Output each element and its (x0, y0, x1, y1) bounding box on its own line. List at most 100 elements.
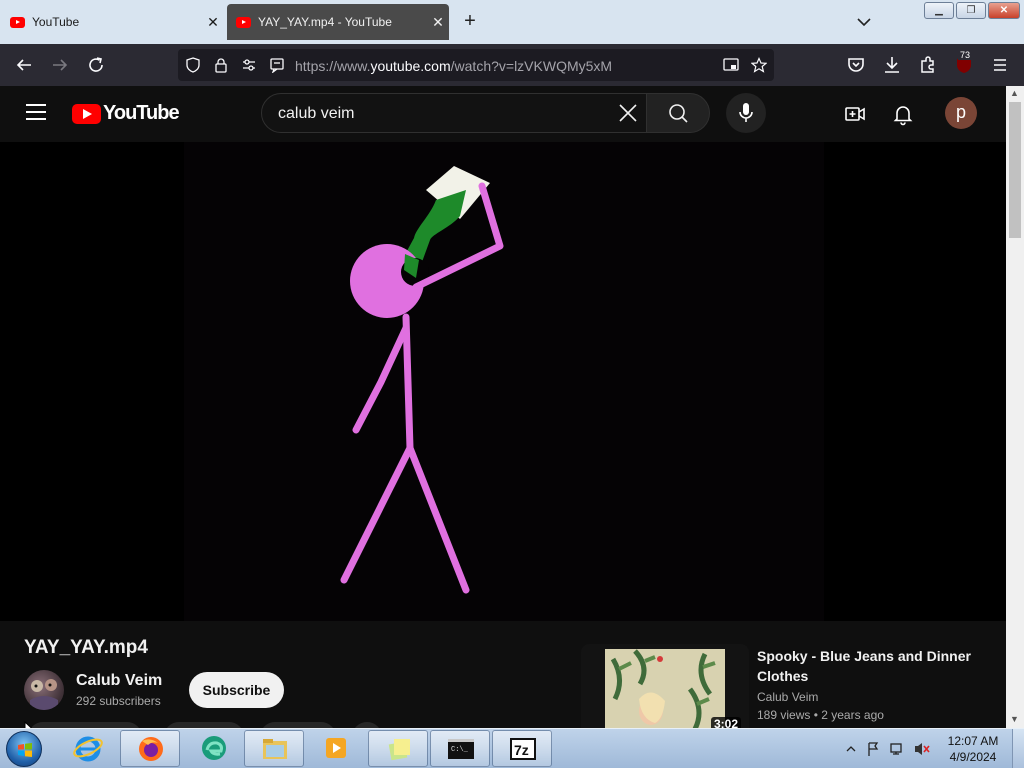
start-button[interactable] (6, 731, 42, 767)
create-button[interactable] (843, 102, 867, 126)
taskbar-file-explorer[interactable] (244, 730, 304, 767)
app-menu-button[interactable] (988, 53, 1012, 77)
picture-in-picture-icon[interactable] (723, 57, 739, 73)
clock-date: 4/9/2024 (949, 750, 997, 764)
reload-button[interactable] (84, 53, 108, 77)
taskbar-edge[interactable] (184, 730, 244, 767)
video-frame[interactable] (184, 142, 824, 621)
url-text[interactable]: https://www.youtube.com/watch?v=lzVKWQMy… (295, 58, 612, 74)
edge-icon (202, 736, 226, 760)
browser-tab-strip: YouTube ✕ YAY_YAY.mp4 - YouTube ✕ + ▁ ❐ … (0, 0, 1024, 44)
recommended-video[interactable]: 3:02 Spooky - Blue Jeans and Dinner Clot… (581, 644, 1001, 728)
reload-icon (89, 57, 103, 72)
tab-close-icon[interactable]: ✕ (427, 14, 449, 31)
tab-close-icon[interactable]: ✕ (202, 14, 224, 31)
forward-button[interactable] (48, 53, 72, 77)
search-icon (669, 104, 688, 123)
firefox-icon (139, 737, 163, 761)
taskbar-media-player[interactable] (306, 730, 366, 767)
download-icon (885, 57, 899, 73)
taskbar-firefox[interactable] (120, 730, 180, 767)
restore-button[interactable]: ❐ (956, 2, 986, 19)
youtube-page: YouTube calub veim p YAY_YAY.mp4 Calub V… (0, 86, 1006, 728)
taskbar-7zip[interactable]: 7z (492, 730, 552, 767)
scroll-down-arrow-icon[interactable]: ▼ (1010, 714, 1019, 724)
bookmark-star-icon[interactable] (751, 57, 767, 73)
scrollbar-thumb[interactable] (1009, 102, 1021, 238)
show-desktop-button[interactable] (1012, 729, 1024, 768)
tray-icons (846, 742, 930, 756)
page-scrollbar[interactable]: ▲ ▼ (1006, 86, 1024, 728)
search-input[interactable]: calub veim (261, 93, 647, 133)
lock-icon[interactable] (213, 57, 229, 73)
voice-search-button[interactable] (726, 93, 766, 133)
new-tab-button[interactable]: + (458, 10, 482, 34)
subscriber-count: 292 subscribers (76, 694, 161, 708)
bell-icon (893, 106, 913, 126)
reader-view-icon[interactable] (269, 57, 285, 73)
channel-avatar-image (30, 679, 58, 710)
taskbar-command-prompt[interactable]: C:\_ (430, 730, 490, 767)
url-prefix: https://www. (295, 58, 371, 74)
view-count: 189 views (757, 708, 811, 722)
tab-label: YouTube (32, 15, 80, 29)
scroll-up-arrow-icon[interactable]: ▲ (1010, 88, 1019, 98)
tab-yay-yay-video[interactable]: YAY_YAY.mp4 - YouTube ✕ (227, 4, 449, 40)
video-duration: 3:02 (711, 717, 742, 728)
windows-logo-icon (18, 743, 32, 757)
channel-avatar[interactable] (24, 670, 64, 710)
tab-youtube[interactable]: YouTube ✕ (0, 3, 224, 41)
7zip-icon: 7z (510, 738, 536, 760)
search-query: calub veim (278, 105, 355, 122)
pocket-button[interactable] (844, 53, 868, 77)
back-button[interactable] (12, 53, 36, 77)
upload-age: 2 years ago (821, 708, 884, 722)
video-thumbnail[interactable]: 3:02 (581, 644, 749, 728)
window-controls: ▁ ❐ ✕ (924, 2, 1020, 19)
youtube-favicon-icon (10, 16, 25, 28)
list-all-tabs-button[interactable] (852, 10, 876, 34)
media-player-icon (326, 738, 346, 758)
youtube-logo[interactable]: YouTube (72, 102, 180, 125)
extensions-button[interactable] (916, 53, 940, 77)
tab-label: YAY_YAY.mp4 - YouTube (258, 15, 392, 29)
notifications-button[interactable] (891, 102, 915, 126)
recommended-channel[interactable]: Calub Veim (757, 690, 818, 704)
video-title: YAY_YAY.mp4 (24, 637, 148, 658)
youtube-favicon-icon (236, 16, 251, 28)
subscribe-button[interactable]: Subscribe (189, 672, 284, 708)
close-window-button[interactable]: ✕ (988, 2, 1020, 19)
clear-search-icon[interactable] (618, 103, 638, 123)
permissions-icon[interactable] (241, 57, 257, 73)
guide-menu-button[interactable] (26, 104, 46, 120)
windows-taskbar: C:\_ 7z 12:07 AM 4/9/2024 (0, 728, 1024, 768)
channel-name[interactable]: Calub Veim (76, 672, 162, 690)
show-hidden-icons-icon (846, 746, 856, 752)
arrow-left-icon (16, 59, 31, 71)
sticky-notes-icon (388, 739, 410, 761)
url-domain: youtube.com (370, 58, 451, 74)
arrow-right-icon (53, 59, 68, 71)
svg-text:C:\_: C:\_ (451, 746, 469, 754)
search-button[interactable] (646, 93, 710, 133)
video-player[interactable] (0, 142, 1006, 621)
stick-figure-drinking-image (340, 166, 504, 594)
address-bar[interactable]: https://www.youtube.com/watch?v=lzVKWQMy… (178, 49, 774, 81)
youtube-masthead: YouTube calub veim p (0, 86, 1006, 142)
youtube-play-logo-icon (72, 103, 101, 124)
speaker-muted-icon (915, 743, 922, 755)
account-avatar[interactable]: p (945, 97, 977, 129)
action-center-flag-icon (868, 742, 879, 756)
downloads-button[interactable] (880, 53, 904, 77)
screen: YouTube ✕ YAY_YAY.mp4 - YouTube ✕ + ▁ ❐ … (0, 0, 1024, 768)
recommended-title[interactable]: Spooky - Blue Jeans and Dinner Clothes (757, 646, 987, 686)
tracking-protection-shield-icon[interactable] (185, 57, 201, 73)
taskbar-sticky-notes[interactable] (368, 730, 428, 767)
mouse-pointer-icon (24, 721, 33, 728)
system-clock[interactable]: 12:07 AM 4/9/2024 (938, 733, 1008, 765)
taskbar-internet-explorer[interactable] (58, 730, 118, 767)
minimize-button[interactable]: ▁ (924, 2, 954, 19)
browser-toolbar: https://www.youtube.com/watch?v=lzVKWQMy… (0, 44, 1024, 86)
video-camera-add-icon (845, 107, 865, 121)
puzzle-piece-icon (921, 56, 934, 73)
